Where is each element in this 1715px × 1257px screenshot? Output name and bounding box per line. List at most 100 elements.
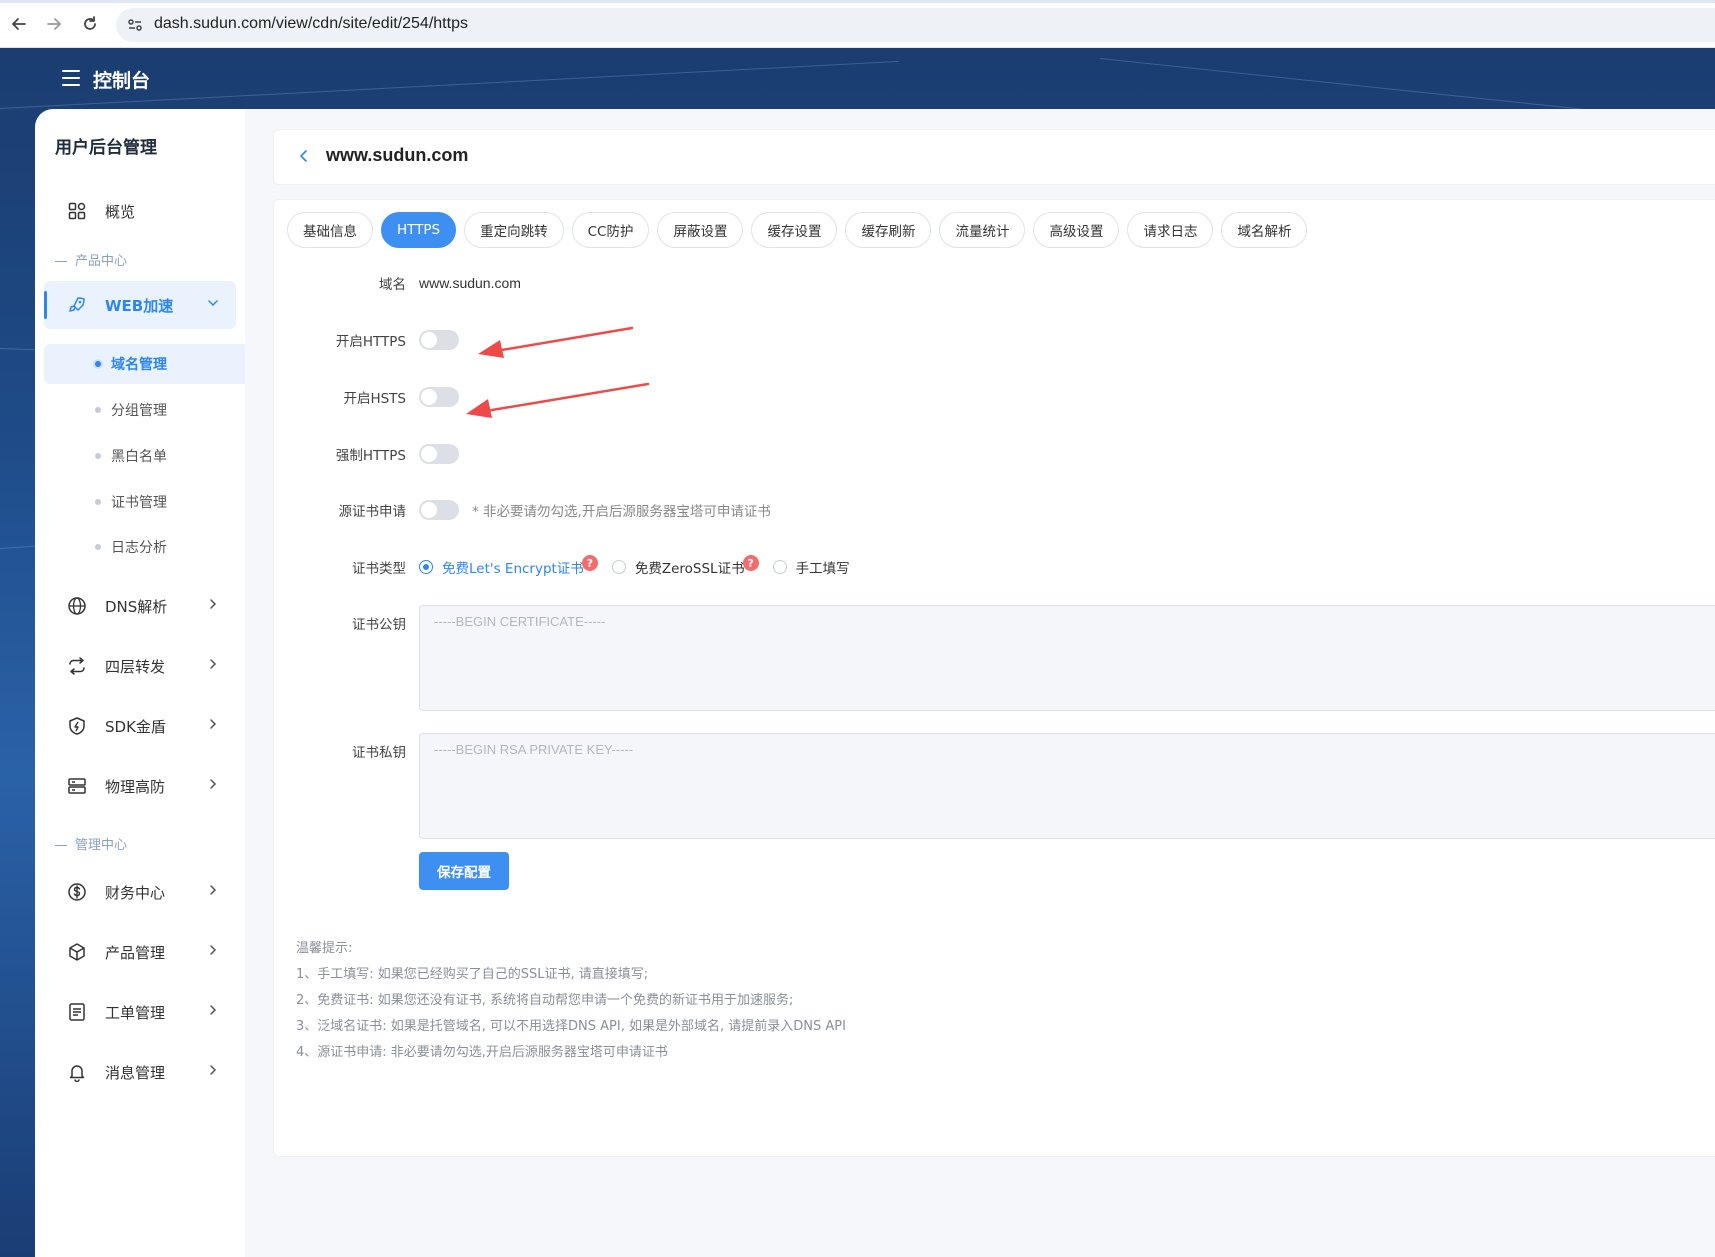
hamburger-menu-icon[interactable] [62,70,80,86]
chevron-right-icon [207,718,219,734]
radio-zerossl[interactable]: 免费ZeroSSL证书 ? [611,555,759,577]
grid-icon [67,201,87,221]
sidebar-item-physical[interactable]: 物理高防 [35,762,245,810]
sidebar-subitem-label: 分组管理 [111,403,167,419]
privkey-textarea[interactable] [419,733,1715,839]
sidebar-item-web[interactable]: WEB加速 [44,281,236,329]
sidebar-item-label: 产品管理 [105,943,166,962]
sidebar-subitem-logs[interactable]: 日志分析 [35,527,245,567]
sidebar-item-label: 财务中心 [105,883,166,902]
sidebar-item-finance[interactable]: 财务中心 [35,868,245,916]
shield-bolt-icon [67,716,87,736]
sidebar-item-products[interactable]: 产品管理 [35,928,245,976]
tip-line: 1、手工填写: 如果您已经购买了自己的SSL证书, 请直接填写; [296,967,649,982]
globe-icon [67,596,87,616]
help-question-icon[interactable]: ? [742,555,759,571]
pubkey-textarea[interactable] [419,605,1715,711]
sidebar-item-overview[interactable]: 概览 [35,187,245,235]
tips-panel: 温馨提示: 1、手工填写: 如果您已经购买了自己的SSL证书, 请直接填写; 2… [296,936,846,1066]
tab-traffic-stats[interactable]: 流量统计 [939,212,1026,248]
bullet-dot-icon [95,544,101,550]
privkey-label: 证书私钥 [352,745,406,761]
sidebar-title: 用户后台管理 [55,138,157,158]
tab-basic-info[interactable]: 基础信息 [287,212,373,248]
sidebar-item-label: 工单管理 [105,1003,166,1022]
server-icon [67,776,87,796]
sidebar-item-label: 四层转发 [105,657,166,676]
sidebar-subitem-cert[interactable]: 证书管理 [35,482,245,522]
sidebar-subitem-blackwhite[interactable]: 黑白名单 [35,436,245,476]
force-https-toggle[interactable] [419,444,459,464]
chevron-right-icon [207,1064,219,1080]
dollar-coin-icon [67,882,87,902]
sidebar-subitem-label: 日志分析 [111,540,167,556]
console-title: 控制台 [93,70,151,92]
sidebar-subitem-label: 域名管理 [111,357,167,373]
site-info-icon[interactable] [126,16,144,34]
domain-label: 域名 [379,277,406,293]
cert-type-label: 证书类型 [352,561,406,577]
hsts-label: 开启HSTS [343,391,406,407]
tab-cc-protection[interactable]: CC防护 [571,212,650,248]
tab-redirect[interactable]: 重定向跳转 [464,212,564,248]
tab-block-settings[interactable]: 屏蔽设置 [657,212,744,248]
sidebar-item-sdk[interactable]: SDK金盾 [35,702,245,750]
rocket-icon [67,295,87,315]
address-bar[interactable]: dash.sudun.com/view/cdn/site/edit/254/ht… [116,8,1715,42]
sidebar-item-label: SDK金盾 [105,717,166,736]
section-label-manage: 管理中心 [55,834,127,853]
tab-https[interactable]: HTTPS [381,212,457,248]
page-title: www.sudun.com [326,145,469,165]
tips-title: 温馨提示: [296,941,353,956]
chevron-right-icon [207,884,219,900]
sidebar-item-label: 物理高防 [105,777,166,796]
sidebar-subitem-label: 证书管理 [111,495,167,511]
radio-circle [772,560,787,574]
sidebar-item-dns[interactable]: DNS解析 [35,582,245,630]
sidebar-item-l4[interactable]: 四层转发 [35,642,245,690]
sidebar-subitem-group[interactable]: 分组管理 [35,390,245,430]
radio-label: 手工填写 [795,561,850,577]
active-indicator [44,291,47,319]
chevron-right-icon [207,1004,219,1020]
sidebar-item-messages[interactable]: 消息管理 [35,1048,245,1096]
origin-cert-hint: * 非必要请勿勾选,开启后源服务器宝塔可申请证书 [472,504,771,520]
back-arrow-icon[interactable] [7,12,31,36]
tab-advanced[interactable]: 高级设置 [1033,212,1120,248]
origin-cert-label: 源证书申请 [338,504,407,520]
browser-tabstrip [0,0,1715,3]
origin-cert-toggle[interactable] [419,500,459,520]
main-content: www.sudun.com 基础信息 HTTPS 重定向跳转 CC防护 屏蔽设置… [245,109,1715,1257]
sidebar-subitem-domain[interactable]: 域名管理 [44,344,245,384]
force-https-label: 强制HTTPS [335,448,406,464]
help-question-icon[interactable]: ? [581,555,598,571]
tab-request-logs[interactable]: 请求日志 [1127,212,1214,248]
save-config-button[interactable]: 保存配置 [419,852,509,890]
browser-toolbar: dash.sudun.com/view/cdn/site/edit/254/ht… [0,0,1715,48]
cert-type-radio-group: 免费Let's Encrypt证书 ? 免费ZeroSSL证书 ? 手工填写 [419,555,864,577]
sidebar-item-label: 概览 [105,202,136,221]
sidebar-item-tickets[interactable]: 工单管理 [35,988,245,1036]
bullet-dot-icon [95,499,101,505]
cube-icon [67,942,87,962]
chevron-right-icon [207,598,219,614]
tip-line: 3、泛域名证书: 如果是托管域名, 可以不用选择DNS API, 如果是外部域名… [296,1019,846,1034]
https-toggle[interactable] [419,330,459,350]
tab-cache-refresh[interactable]: 缓存刷新 [845,212,932,248]
tip-line: 4、源证书申请: 非必要请勿勾选,开启后源服务器宝塔可申请证书 [296,1045,668,1060]
domain-value: www.sudun.com [419,275,521,291]
tab-domain-resolve[interactable]: 域名解析 [1221,212,1308,248]
chevron-right-icon [207,944,219,960]
bullet-dot-icon [95,361,101,367]
tab-cache-settings[interactable]: 缓存设置 [751,212,838,248]
sidebar-item-label: WEB加速 [105,296,174,315]
forward-arrow-icon[interactable] [42,12,66,36]
radio-label: 免费Let's Encrypt证书 [442,561,584,577]
radio-letsencrypt[interactable]: 免费Let's Encrypt证书 ? [419,555,598,577]
chevron-right-icon [207,658,219,674]
radio-manual[interactable]: 手工填写 [772,557,850,577]
back-chevron-icon[interactable] [298,147,310,168]
hsts-toggle[interactable] [419,387,459,407]
tip-line: 2、免费证书: 如果您还没有证书, 系统将自动帮您申请一个免费的新证书用于加速服… [296,993,794,1008]
reload-icon[interactable] [78,12,102,36]
